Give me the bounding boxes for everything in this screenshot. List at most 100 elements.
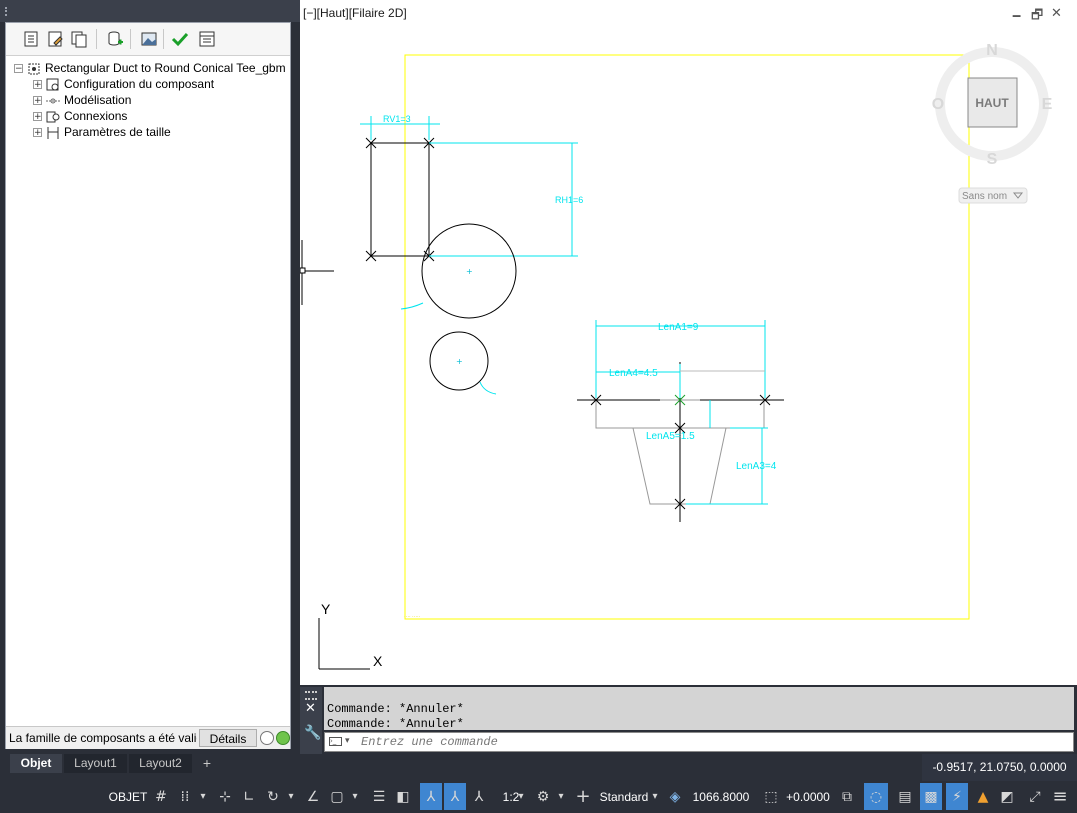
infer-constraints-icon[interactable]: ⊹	[214, 783, 236, 810]
image-button[interactable]	[138, 28, 160, 50]
compass-north[interactable]: N	[986, 42, 998, 59]
object-snap-icon[interactable]: ▢	[326, 783, 348, 810]
polar-tracking-icon[interactable]: ↻	[262, 783, 284, 810]
drawing-canvas[interactable]: ···· ····· RV1=3 RH1=6 + + LenA1=9 LenA4…	[300, 0, 1077, 685]
copy-part-button[interactable]	[68, 28, 90, 50]
transparency-icon[interactable]: ◧	[392, 783, 414, 810]
layers-icon[interactable]: ◈	[664, 783, 686, 810]
restore-icon[interactable]: 🗗	[1031, 6, 1043, 28]
compass-south[interactable]: S	[987, 151, 998, 168]
properties-status-icon[interactable]: ◩	[996, 783, 1018, 810]
compass-west[interactable]: O	[932, 96, 944, 113]
expand-icon[interactable]: +	[33, 79, 42, 89]
dimension-rv1[interactable]: RV1=3	[360, 114, 440, 140]
style-selector[interactable]: Standard	[596, 783, 652, 810]
command-input[interactable]: ›_ ▾ Entrez une commande	[324, 732, 1074, 752]
expand-icon[interactable]: +	[33, 127, 42, 137]
chevron-down-icon[interactable]: ▾	[345, 736, 350, 746]
grid-icon[interactable]: #	[150, 783, 172, 810]
command-history: Commande: *Annuler* Commande: *Annuler*	[324, 687, 1074, 731]
chevron-down-icon[interactable]: ▾	[196, 783, 210, 810]
add-layout-button[interactable]: +	[196, 754, 218, 773]
tree-item-parametres[interactable]: + Paramètres de taille	[33, 124, 171, 140]
ortho-icon[interactable]: ∟	[238, 783, 260, 810]
offset-value[interactable]: +0.0000	[784, 783, 832, 810]
snap-grid-icon[interactable]: ⁞⁞	[174, 783, 196, 810]
details-button[interactable]: Détails	[199, 729, 257, 747]
command-input-placeholder: Entrez une commande	[361, 735, 498, 749]
chevron-down-icon[interactable]: ▾	[554, 783, 568, 810]
annotation-scale-icon[interactable]: ⅄	[468, 783, 490, 810]
new-part-button[interactable]	[20, 28, 42, 50]
coordinate-readout[interactable]: -0.9517, 21.0750, 0.0000	[922, 754, 1077, 781]
command-line-area: ✕ 🔧 Commande: *Annuler* Commande: *Annul…	[300, 685, 1077, 754]
tree-item-modelisation[interactable]: + Modélisation	[33, 92, 131, 108]
isodraft-icon[interactable]: ∠	[302, 783, 324, 810]
duct-rectangle[interactable]	[370, 142, 430, 257]
isolate-objects-icon[interactable]: ⧉	[836, 783, 858, 810]
chevron-down-icon[interactable]: ▾	[284, 783, 298, 810]
validate-button[interactable]	[169, 28, 191, 50]
grip-icon[interactable]	[305, 691, 317, 700]
fullscreen-icon[interactable]: ⤢	[1024, 783, 1046, 810]
ucs-icon: Y X	[318, 601, 383, 670]
grip-icon[interactable]	[5, 7, 9, 16]
tree-item-label: Paramètres de taille	[64, 125, 171, 139]
dimension-lena5-label: LenA5=1.5	[646, 431, 695, 442]
notifications-icon[interactable]: ▲	[972, 783, 994, 810]
viewport-label[interactable]: [−][Haut][Filaire 2D]	[303, 6, 407, 20]
workspace-icon[interactable]: ⚡	[946, 783, 968, 810]
compass-east[interactable]: E	[1042, 96, 1053, 113]
properties-button[interactable]	[196, 28, 218, 50]
lineweight-icon[interactable]: ☰	[368, 783, 390, 810]
dimension-lena5[interactable]: LenA5=1.5	[646, 400, 711, 442]
add-catalog-button[interactable]	[104, 28, 126, 50]
box-3d-icon[interactable]: ⬚	[760, 783, 782, 810]
size-parameters-icon	[47, 126, 59, 139]
small-circle-leader	[479, 381, 497, 395]
circle-center-marker: +	[456, 357, 463, 366]
dimension-rh1[interactable]: RH1=6	[429, 142, 583, 257]
hardware-acceleration-icon[interactable]: ◌	[864, 783, 888, 810]
chevron-down-icon[interactable]: ▾	[514, 783, 528, 810]
tab-objet[interactable]: Objet	[10, 754, 62, 773]
dimension-lena3[interactable]: LenA3=4	[686, 427, 777, 505]
tab-layout2[interactable]: Layout2	[129, 754, 192, 773]
panel-grip-strip	[0, 0, 300, 22]
chevron-down-icon[interactable]: ▾	[648, 783, 662, 810]
drawing-viewport[interactable]: ···· ····· RV1=3 RH1=6 + + LenA1=9 LenA4…	[300, 0, 1077, 685]
gear-icon[interactable]: ⚙	[532, 783, 554, 810]
edit-part-button[interactable]	[44, 28, 66, 50]
dimension-lena3-label: LenA3=4	[736, 461, 777, 472]
tree-item-configuration[interactable]: + Configuration du composant	[33, 76, 214, 92]
command-side-bar: ✕ 🔧	[300, 687, 322, 754]
hamburger-menu-icon[interactable]: ≡	[1048, 783, 1072, 810]
expand-icon[interactable]: +	[33, 95, 42, 105]
boundary-rectangle[interactable]	[404, 54, 970, 620]
wrench-icon[interactable]: 🔧	[304, 725, 321, 741]
tree-root[interactable]: − Rectangular Duct to Round Conical Tee_…	[14, 60, 286, 76]
plus-crosshair-icon[interactable]: +	[572, 783, 594, 810]
model-space-button[interactable]: OBJET	[108, 783, 148, 810]
close-icon[interactable]: ✕	[305, 701, 316, 716]
tab-layout1[interactable]: Layout1	[64, 754, 127, 773]
collapse-icon[interactable]: −	[14, 63, 23, 73]
elevation-value[interactable]: 1066.8000	[688, 783, 754, 810]
chevron-down-icon[interactable]: ▾	[348, 783, 362, 810]
tree-item-label: Connexions	[64, 109, 128, 123]
tree-item-connexions[interactable]: + Connexions	[33, 108, 127, 124]
viewcube[interactable]: HAUT N S E O Sans nom	[932, 42, 1053, 204]
auto-scale-icon[interactable]: ⅄	[444, 783, 466, 810]
tree-item-label: Modélisation	[64, 93, 132, 107]
display-settings-icon[interactable]: ▩	[920, 783, 942, 810]
circle-center-marker: +	[466, 267, 473, 276]
dimension-lena4[interactable]: LenA4=4.5	[596, 364, 681, 398]
expand-icon[interactable]: +	[33, 111, 42, 121]
command-prompt-icon[interactable]: ›_	[329, 737, 342, 746]
command-history-line: Commande: *Annuler*	[327, 702, 464, 716]
close-icon[interactable]: ✕	[1051, 6, 1062, 21]
modeling-icon	[46, 98, 60, 103]
minimize-icon[interactable]: 🗕	[1012, 6, 1021, 28]
annotation-visibility-icon[interactable]: ⅄	[420, 783, 442, 810]
clean-screen-icon[interactable]: ▤	[894, 783, 916, 810]
